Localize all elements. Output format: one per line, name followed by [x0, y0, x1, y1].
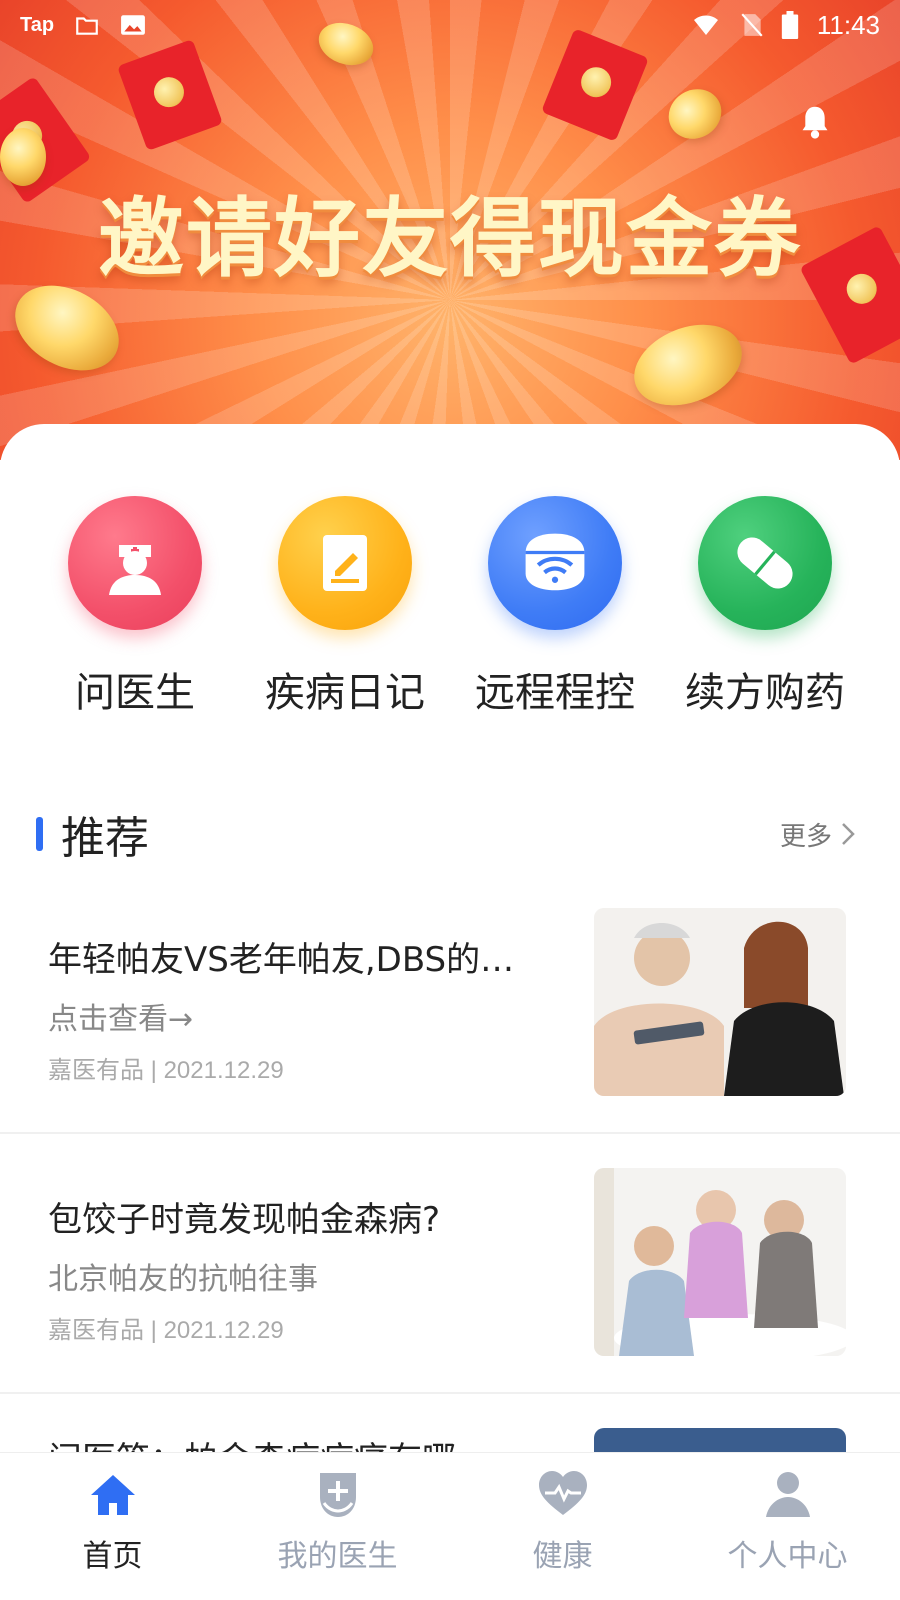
pill-icon — [698, 496, 832, 630]
coin-decoration — [622, 309, 754, 421]
article-meta: 嘉医有品 | 2021.12.29 — [48, 1317, 284, 1344]
service-label: 远程程控 — [475, 670, 635, 716]
red-envelope-decoration — [117, 39, 223, 151]
article-thumbnail — [594, 908, 846, 1096]
promo-banner[interactable]: Tap 11:43 邀请好友得现金券 — [0, 0, 900, 460]
service-grid: 问医生 疾病日记 远程程控 续方购药 — [0, 496, 900, 718]
article-item[interactable]: 包饺子时竟发现帕金森病? 北京帕友的抗帕往事 嘉医有品 | 2021.12.29 — [0, 1152, 900, 1412]
article-subtitle: 北京帕友的抗帕往事 — [48, 1262, 318, 1297]
article-title: 年轻帕友VS老年帕友,DBS的长… — [48, 940, 548, 980]
section-accent-bar — [36, 817, 43, 851]
service-refill-medicine[interactable]: 续方购药 — [670, 496, 860, 718]
divider — [0, 1392, 900, 1394]
status-bar: Tap 11:43 — [0, 0, 900, 50]
wifi-icon — [693, 15, 718, 35]
bottom-tab-bar: 首页 我的医生 健康 个人中心 — [0, 1452, 900, 1600]
section-title: 推荐 — [61, 813, 149, 864]
service-label: 问医生 — [75, 670, 195, 716]
service-ask-doctor[interactable]: 问医生 — [40, 496, 230, 718]
doctor-badge-icon — [319, 1473, 356, 1517]
service-label: 疾病日记 — [265, 670, 425, 716]
image-icon — [121, 15, 145, 35]
status-time: 11:43 — [816, 9, 880, 40]
tab-label: 健康 — [532, 1539, 593, 1574]
more-link[interactable]: 更多 — [780, 816, 856, 853]
more-label: 更多 — [779, 821, 832, 852]
folder-icon — [76, 17, 98, 35]
no-sim-icon — [741, 13, 763, 37]
service-label: 续方购药 — [685, 670, 845, 716]
status-app-label: Tap — [20, 13, 55, 36]
heart-pulse-icon — [538, 1471, 587, 1515]
tab-label: 个人中心 — [727, 1539, 848, 1574]
diary-icon — [278, 496, 412, 630]
bell-icon[interactable] — [798, 104, 832, 140]
doctor-icon — [68, 496, 202, 630]
article-title: 包饺子时竟发现帕金森病? — [48, 1200, 441, 1240]
banner-title: 邀请好友得现金券 — [98, 189, 802, 289]
tab-label: 我的医生 — [277, 1539, 398, 1574]
tab-label: 首页 — [82, 1539, 143, 1574]
article-subtitle: 点击查看→ — [48, 1002, 194, 1037]
tab-home[interactable]: 首页 — [0, 1453, 225, 1600]
chevron-right-icon — [842, 823, 855, 845]
recommend-header: 推荐 更多 — [36, 806, 856, 864]
tab-my-doctor[interactable]: 我的医生 — [225, 1453, 450, 1600]
tab-profile[interactable]: 个人中心 — [675, 1453, 900, 1600]
person-icon — [765, 1472, 810, 1517]
service-remote-control[interactable]: 远程程控 — [460, 496, 650, 718]
article-item[interactable]: 年轻帕友VS老年帕友,DBS的长… 点击查看→ 嘉医有品 | 2021.12.2… — [0, 892, 900, 1152]
divider — [0, 1132, 900, 1134]
tab-health[interactable]: 健康 — [450, 1453, 675, 1600]
article-meta: 嘉医有品 | 2021.12.29 — [48, 1057, 284, 1084]
battery-icon — [781, 11, 799, 39]
remote-control-icon — [488, 496, 622, 630]
coin-decoration — [659, 79, 731, 149]
article-thumbnail — [594, 1168, 846, 1356]
service-disease-diary[interactable]: 疾病日记 — [250, 496, 440, 718]
home-icon — [90, 1475, 135, 1515]
